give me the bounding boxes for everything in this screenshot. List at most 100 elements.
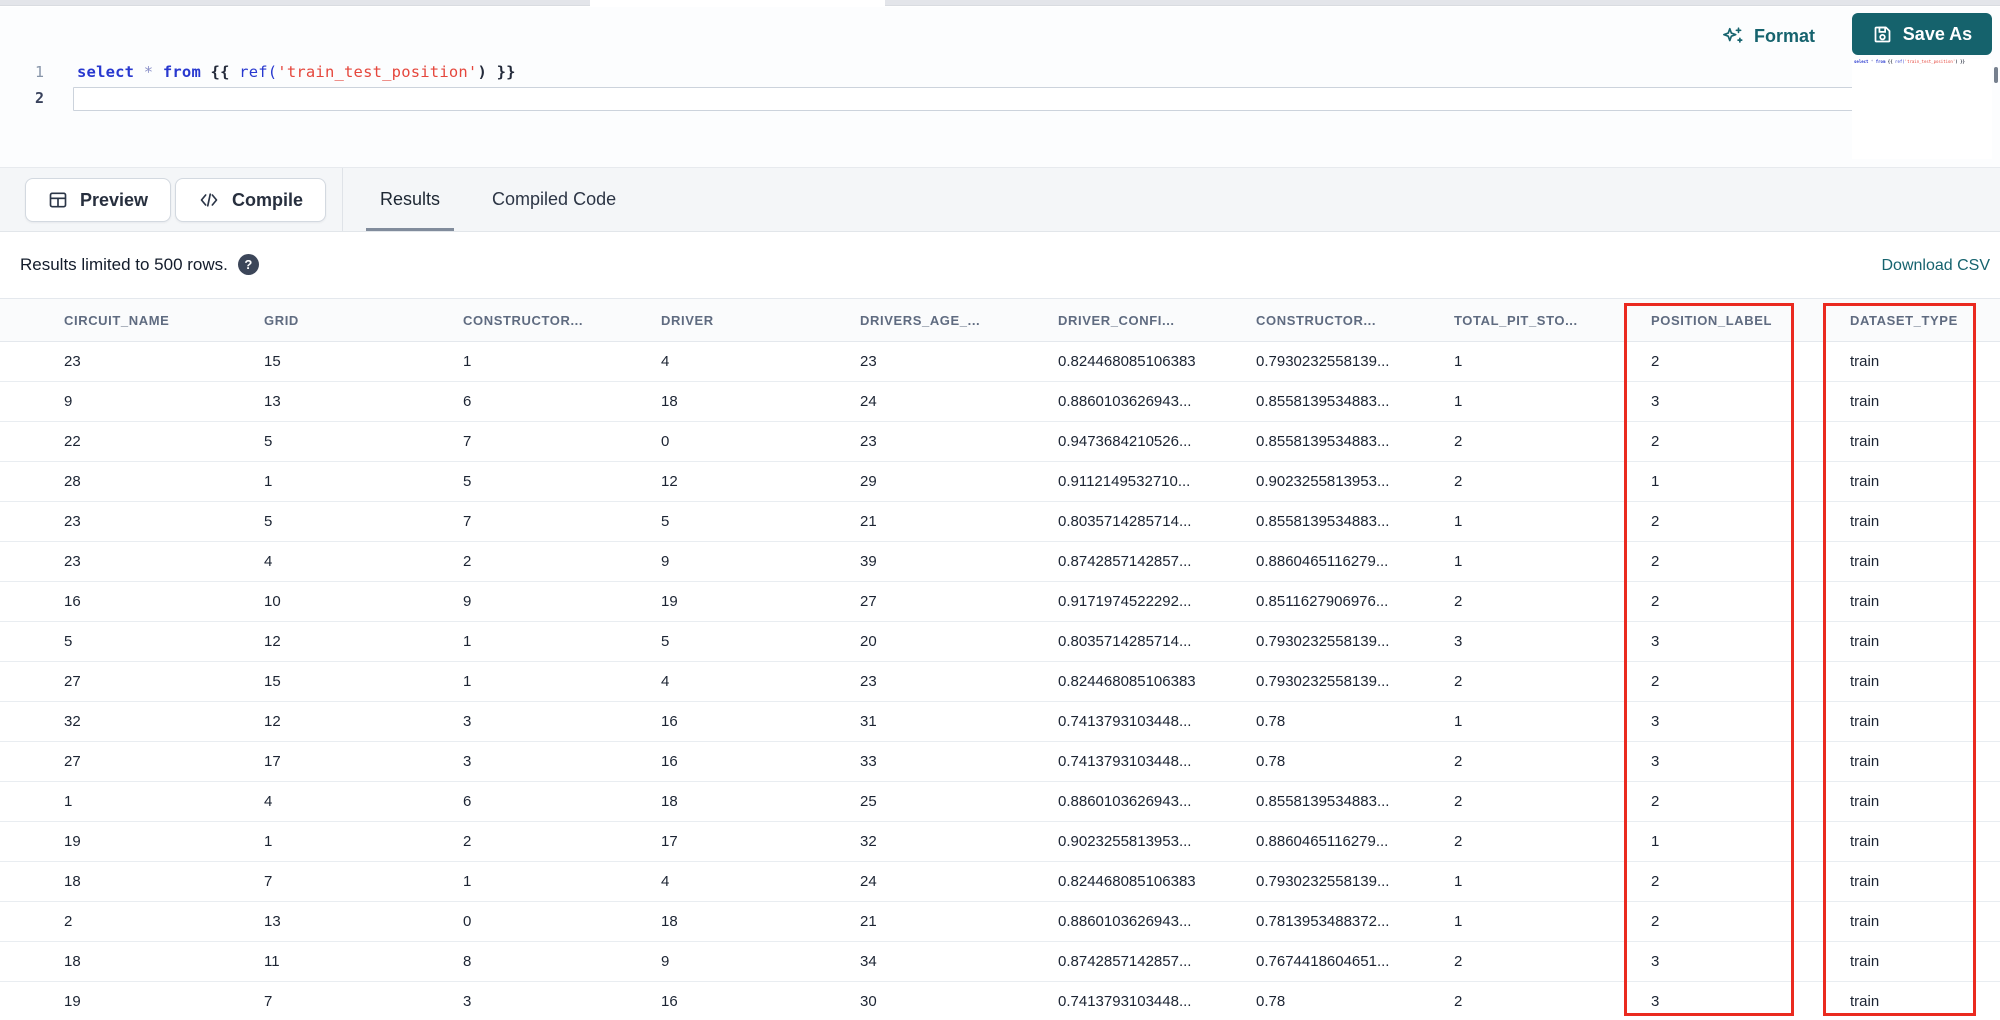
table-cell: train bbox=[1850, 553, 1880, 570]
table-cell: train bbox=[1850, 353, 1880, 370]
editor-tab-strip bbox=[0, 0, 2000, 6]
table-row: 19 1 2 17 32 0.9023255813953... 0.886046511627… bbox=[0, 822, 2000, 862]
table-row: 27 15 1 4 23 0.824468085106383 0.7930232558139… bbox=[0, 662, 2000, 702]
table-cell: train bbox=[1850, 793, 1880, 810]
table-cell: 7 bbox=[264, 873, 273, 890]
table-cell: 2 bbox=[1454, 433, 1463, 450]
table-cell: 29 bbox=[860, 473, 877, 490]
table-cell: 0.8035714285714... bbox=[1058, 633, 1192, 650]
minimap-slider[interactable] bbox=[1994, 67, 1998, 83]
table-cell: 18 bbox=[661, 793, 678, 810]
table-cell: 9 bbox=[661, 553, 670, 570]
table-cell: train bbox=[1850, 473, 1880, 490]
table-cell: 17 bbox=[264, 753, 281, 770]
table-cell: train bbox=[1850, 513, 1880, 530]
table-cell: 0.9473684210526... bbox=[1058, 433, 1192, 450]
table-cell: 1 bbox=[1651, 473, 1660, 490]
results-limit-text: Results limited to 500 rows. ? bbox=[20, 254, 259, 275]
table-cell: 3 bbox=[463, 753, 472, 770]
active-editor-tab[interactable] bbox=[590, 0, 885, 6]
column-header: DATASET_TYPE bbox=[1850, 312, 1958, 328]
table-row: 28 1 5 12 29 0.9112149532710... 0.902325581395… bbox=[0, 462, 2000, 502]
table-cell: 0.824468085106383 bbox=[1058, 873, 1196, 890]
table-cell: 18 bbox=[661, 393, 678, 410]
table-cell: 27 bbox=[64, 753, 81, 770]
format-button-label: Format bbox=[1754, 25, 1816, 46]
table-cell: 0.7413793103448... bbox=[1058, 753, 1192, 770]
format-button[interactable]: Format bbox=[1722, 19, 1815, 53]
table-row: 9 13 6 18 24 0.8860103626943... 0.855813953488… bbox=[0, 382, 2000, 422]
table-cell: 3 bbox=[1651, 953, 1660, 970]
compile-button[interactable]: Compile bbox=[175, 178, 327, 222]
table-cell: 2 bbox=[1454, 673, 1463, 690]
column-header: GRID bbox=[264, 312, 299, 328]
table-row: 18 7 1 4 24 0.824468085106383 0.7930232558139.… bbox=[0, 862, 2000, 902]
table-cell: 0.8558139534883... bbox=[1256, 393, 1390, 410]
table-cell: 21 bbox=[860, 913, 877, 930]
table-cell: 23 bbox=[860, 673, 877, 690]
active-line-cursor[interactable] bbox=[73, 87, 1963, 111]
table-cell: 4 bbox=[264, 553, 273, 570]
table-cell: 7 bbox=[264, 993, 273, 1010]
table-cell: 33 bbox=[860, 753, 877, 770]
minimap-code-line: select * from {{ ref('train_test_positio… bbox=[1854, 59, 1965, 64]
table-cell: train bbox=[1850, 633, 1880, 650]
table-cell: 4 bbox=[661, 673, 670, 690]
save-as-button[interactable]: Save As bbox=[1852, 13, 1992, 55]
tab-results[interactable]: Results bbox=[366, 168, 455, 231]
table-cell: 3 bbox=[1454, 633, 1463, 650]
table-cell: 0.8860103626943... bbox=[1058, 913, 1192, 930]
table-cell: train bbox=[1850, 913, 1880, 930]
table-cell: 3 bbox=[1651, 713, 1660, 730]
tab-compiled-code[interactable]: Compiled Code bbox=[478, 168, 630, 231]
table-cell: 0.7813953488372... bbox=[1256, 913, 1390, 930]
table-cell: 24 bbox=[860, 873, 877, 890]
editor-minimap[interactable]: select * from {{ ref('train_test_positio… bbox=[1852, 59, 1992, 159]
table-cell: 3 bbox=[1651, 753, 1660, 770]
table-cell: 13 bbox=[264, 393, 281, 410]
table-grid-icon bbox=[48, 190, 68, 210]
table-cell: 0.8860465116279... bbox=[1256, 833, 1389, 850]
table-cell: 2 bbox=[1454, 993, 1463, 1010]
table-row: 23 5 7 5 21 0.8035714285714... 0.8558139534883… bbox=[0, 502, 2000, 542]
table-cell: 19 bbox=[661, 593, 678, 610]
table-cell: 5 bbox=[661, 633, 670, 650]
save-as-button-label: Save As bbox=[1902, 23, 1973, 44]
table-cell: 17 bbox=[661, 833, 678, 850]
table-cell: 23 bbox=[64, 553, 81, 570]
table-cell: 10 bbox=[264, 593, 281, 610]
sql-editor[interactable]: 1 2 select * from {{ ref('train_test_pos… bbox=[0, 7, 2000, 167]
preview-button[interactable]: Preview bbox=[25, 178, 172, 222]
table-row: 18 11 8 9 34 0.8742857142857... 0.767441860465… bbox=[0, 942, 2000, 982]
table-cell: 2 bbox=[1651, 433, 1660, 450]
help-icon[interactable]: ? bbox=[237, 254, 259, 275]
table-cell: 28 bbox=[64, 473, 81, 490]
table-cell: 2 bbox=[1651, 673, 1660, 690]
table-cell: 2 bbox=[1454, 793, 1463, 810]
table-cell: 0.7930232558139... bbox=[1256, 673, 1390, 690]
table-cell: 1 bbox=[463, 673, 472, 690]
code-line-1[interactable]: select * from {{ ref('train_test_positio… bbox=[77, 63, 516, 81]
table-cell: 11 bbox=[264, 953, 280, 970]
table-cell: 2 bbox=[1454, 593, 1463, 610]
table-row: 19 7 3 16 30 0.7413793103448... 0.78 2 3 train bbox=[0, 982, 2000, 1020]
table-cell: 4 bbox=[661, 353, 670, 370]
table-cell: 12 bbox=[661, 473, 678, 490]
column-header: CONSTRUCTOR... bbox=[1256, 312, 1377, 328]
column-header: CONSTRUCTOR... bbox=[463, 312, 584, 328]
column-header: CIRCUIT_NAME bbox=[64, 312, 170, 328]
table-cell: 9 bbox=[661, 953, 670, 970]
table-cell: 0.9023255813953... bbox=[1256, 473, 1390, 490]
table-cell: 19 bbox=[64, 993, 81, 1010]
table-cell: 3 bbox=[1651, 993, 1660, 1010]
table-cell: 7 bbox=[463, 513, 472, 530]
download-csv-link[interactable]: Download CSV bbox=[1882, 257, 1991, 275]
table-cell: 2 bbox=[1651, 353, 1660, 370]
table-cell: 3 bbox=[1651, 393, 1660, 410]
table-cell: 1 bbox=[1651, 833, 1660, 850]
table-cell: 31 bbox=[860, 713, 877, 730]
table-row: 5 12 1 5 20 0.8035714285714... 0.7930232558139… bbox=[0, 622, 2000, 662]
table-cell: 1 bbox=[463, 353, 472, 370]
table-cell: 0.824468085106383 bbox=[1058, 353, 1196, 370]
table-cell: 0.8558139534883... bbox=[1256, 793, 1390, 810]
